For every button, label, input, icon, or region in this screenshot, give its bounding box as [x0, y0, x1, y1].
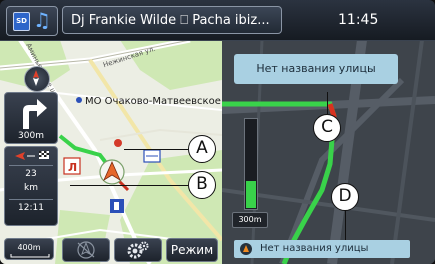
- gear-icon: [127, 241, 149, 259]
- callout-d: D: [331, 183, 359, 211]
- map-scale-button[interactable]: 400m: [4, 238, 54, 260]
- callout-line-b: [70, 185, 188, 187]
- compass-icon: [33, 70, 39, 86]
- svg-text:Л: Л: [68, 161, 77, 174]
- top-bar: SD ♫ Dj Frankie Wilde ⎕ Pacha ibiz... 11…: [0, 0, 435, 41]
- divider: [9, 199, 53, 200]
- cancel-route-button[interactable]: [62, 238, 110, 262]
- callout-c: C: [313, 114, 341, 142]
- poi-label: МО Очаково-Матвеевское: [76, 96, 221, 107]
- maneuver-distance-bar-fill: [246, 181, 256, 208]
- destination-flag-icon: [15, 151, 49, 160]
- direction-arrow-icon: [240, 243, 252, 255]
- poi-label-text: МО Очаково-Матвеевское: [85, 96, 221, 107]
- clock: 11:45: [338, 12, 379, 28]
- next-street-label: Нет названия улицы: [260, 243, 369, 254]
- sd-card-icon: SD: [13, 12, 30, 31]
- remaining-distance-unit: km: [24, 183, 38, 193]
- scale-bar-icon: [10, 254, 50, 258]
- divider: [9, 165, 53, 166]
- current-street-banner: Нет названия улицы: [234, 54, 398, 84]
- remaining-distance: 23: [25, 169, 37, 179]
- turn-distance: 300m: [18, 131, 44, 141]
- poi-marker-icon: [76, 97, 82, 103]
- turn-right-arrow-icon: [23, 99, 47, 129]
- now-playing-track[interactable]: Dj Frankie Wilde ⎕ Pacha ibiz...: [62, 6, 282, 34]
- media-source-button[interactable]: SD ♫: [6, 6, 58, 36]
- map-scale-label: 400m: [17, 243, 41, 252]
- compass-button[interactable]: [24, 66, 50, 92]
- eta: 12:11: [18, 203, 44, 213]
- callout-line-a: [124, 149, 188, 151]
- music-note-icon: ♫: [33, 8, 51, 32]
- trip-info-panel[interactable]: 23 km 12:11: [4, 146, 58, 226]
- navigation-screen: SD ♫ Dj Frankie Wilde ⎕ Pacha ibiz... 11…: [0, 0, 435, 264]
- callout-line-c: [327, 92, 329, 114]
- settings-button[interactable]: [114, 238, 162, 262]
- mode-button[interactable]: Режим: [166, 238, 218, 262]
- maneuver-distance-label: 300m: [232, 212, 268, 228]
- cancel-route-icon: [77, 241, 95, 259]
- maneuver-distance-bar: [244, 118, 258, 210]
- map-3d-view[interactable]: Нет названия улицы 300m Нет названия ули…: [222, 40, 435, 264]
- callout-a: A: [188, 135, 216, 163]
- next-maneuver-panel[interactable]: 300m: [4, 92, 58, 144]
- callout-line-d: [345, 210, 347, 240]
- callout-b: B: [188, 171, 216, 199]
- next-street-banner: Нет названия улицы: [234, 240, 410, 258]
